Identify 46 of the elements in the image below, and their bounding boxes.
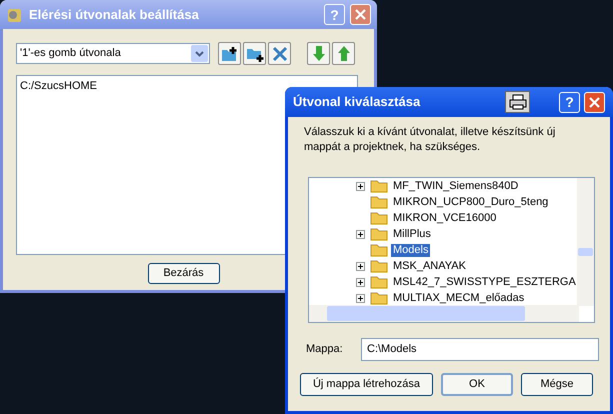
new-folder-button[interactable] xyxy=(218,42,241,65)
tree-item[interactable]: MIKRON_UCP800_Duro_5teng xyxy=(391,196,550,208)
close-icon xyxy=(589,96,600,108)
folder-icon xyxy=(370,227,388,241)
close-dialog-button[interactable]: Bezárás xyxy=(148,263,220,284)
path-dropdown[interactable]: '1'-es gomb útvonala xyxy=(16,43,210,64)
scroll-thumb[interactable] xyxy=(578,248,593,256)
folder-label: Mappa: xyxy=(306,342,344,358)
horizontal-scrollbar[interactable] xyxy=(309,305,579,322)
tree-item[interactable]: Models xyxy=(391,244,430,256)
tree-item[interactable]: MillPlus xyxy=(391,228,433,240)
window-title: Elérési útvonalak beállítása xyxy=(29,6,200,24)
move-down-button[interactable] xyxy=(307,42,330,65)
expand-icon[interactable] xyxy=(356,230,365,238)
move-up-button[interactable] xyxy=(332,42,355,65)
vertical-scrollbar[interactable] xyxy=(577,178,594,306)
folder-icon xyxy=(370,211,388,225)
close-icon xyxy=(355,9,366,20)
dialog-button[interactable]: OK xyxy=(441,373,513,396)
dialog-button[interactable]: Új mappa létrehozása xyxy=(300,373,433,396)
close-button[interactable] xyxy=(350,4,371,25)
expand-icon[interactable] xyxy=(356,294,365,302)
up-arrow-icon xyxy=(336,45,350,62)
path-item[interactable]: C:/SzucsHOME xyxy=(20,78,354,94)
delete-button[interactable] xyxy=(268,42,291,65)
folder-field[interactable]: C:\Models xyxy=(361,338,599,361)
folder-icon xyxy=(370,259,388,273)
tree-item[interactable]: MSL42_7_SWISSTYPE_ESZTERGA xyxy=(391,276,578,288)
scroll-thumb[interactable] xyxy=(327,306,525,321)
tree-item[interactable]: MSK_ANAYAK xyxy=(391,260,468,272)
close-button[interactable] xyxy=(584,92,605,112)
expand-icon[interactable] xyxy=(356,262,365,270)
tree-item[interactable]: MIKRON_VCE16000 xyxy=(391,212,498,224)
expand-icon[interactable] xyxy=(356,278,365,286)
dialog-button[interactable]: Mégse xyxy=(521,373,593,396)
print-button[interactable] xyxy=(505,91,530,113)
folder-icon xyxy=(370,195,388,209)
tree-item[interactable]: MULTIAX_MECM_előadas xyxy=(391,292,526,304)
folder-icon xyxy=(370,179,388,193)
folder-icon xyxy=(370,275,388,289)
tree-item[interactable]: MF_TWIN_Siemens840D xyxy=(391,180,520,192)
expand-icon[interactable] xyxy=(356,182,365,190)
down-arrow-icon xyxy=(312,45,326,62)
add-folder-button[interactable] xyxy=(243,42,266,65)
help-button[interactable]: ? xyxy=(559,92,580,112)
folder-icon xyxy=(370,243,388,257)
